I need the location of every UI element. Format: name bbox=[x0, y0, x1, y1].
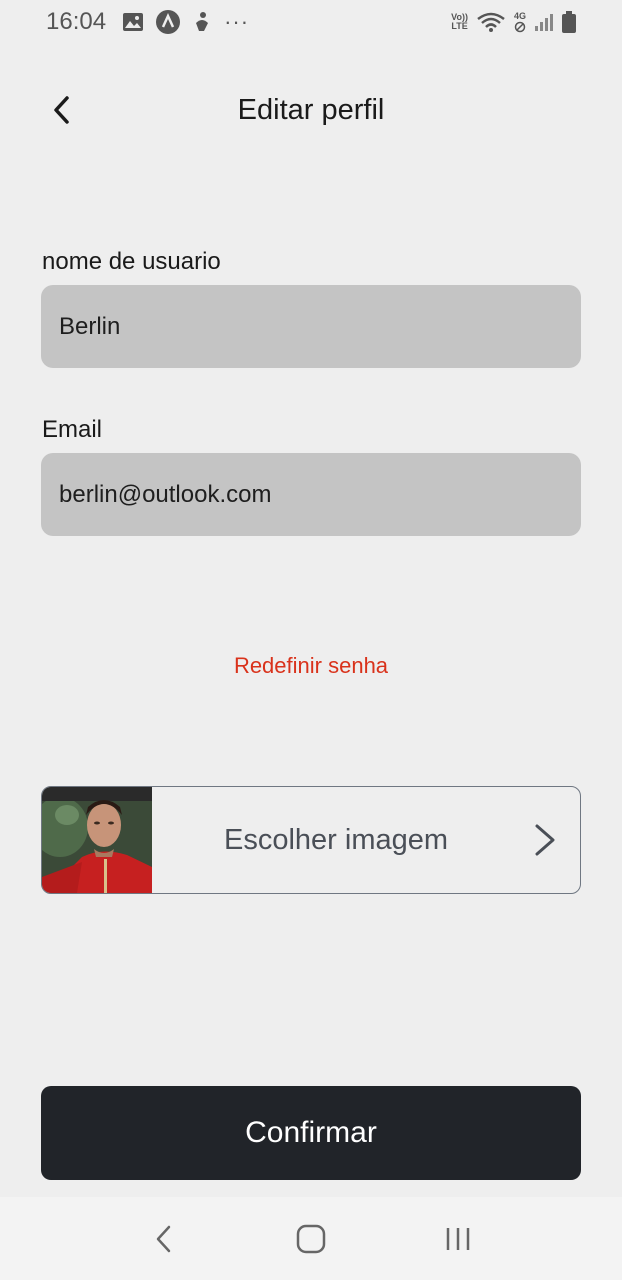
nav-back-button[interactable] bbox=[134, 1209, 194, 1269]
more-icon: ··· bbox=[224, 9, 250, 34]
gallery-icon bbox=[122, 12, 144, 32]
choose-image-label: Escolher imagem bbox=[223, 823, 449, 856]
reset-password-link[interactable]: Redefinir senha bbox=[0, 653, 622, 679]
chevron-right-icon bbox=[510, 823, 580, 857]
email-input[interactable] bbox=[41, 453, 581, 536]
battery-icon bbox=[562, 11, 576, 33]
page-title: Editar perfil bbox=[237, 94, 385, 126]
email-label: Email bbox=[42, 416, 103, 443]
status-bar: 16:04 ··· Vo)) LTE 4G bbox=[0, 0, 622, 44]
profile-image bbox=[42, 787, 152, 893]
header: Editar perfil bbox=[0, 72, 622, 148]
accessibility-icon bbox=[192, 11, 212, 33]
app-a-icon bbox=[156, 10, 181, 34]
nav-back-icon bbox=[156, 1225, 170, 1252]
username-label: nome de usuario bbox=[42, 248, 221, 275]
volte-icon: Vo)) LTE bbox=[451, 12, 468, 31]
nav-recents-icon bbox=[447, 1227, 470, 1250]
status-time: 16:04 bbox=[46, 8, 107, 35]
username-input[interactable] bbox=[41, 285, 581, 368]
mobile-data-icon: 4G bbox=[514, 11, 526, 33]
system-nav-bar bbox=[0, 1197, 622, 1280]
signal-icon bbox=[534, 12, 554, 32]
nav-home-button[interactable] bbox=[281, 1209, 341, 1269]
wifi-icon bbox=[476, 11, 506, 33]
choose-image-button[interactable]: Escolher imagem bbox=[41, 786, 581, 894]
nav-home-icon bbox=[296, 1224, 326, 1253]
confirm-button[interactable]: Confirmar bbox=[41, 1086, 581, 1180]
nav-recents-button[interactable] bbox=[428, 1209, 488, 1269]
edit-profile-screen: 16:04 ··· Vo)) LTE 4G Editar perfil nome… bbox=[0, 0, 622, 1280]
